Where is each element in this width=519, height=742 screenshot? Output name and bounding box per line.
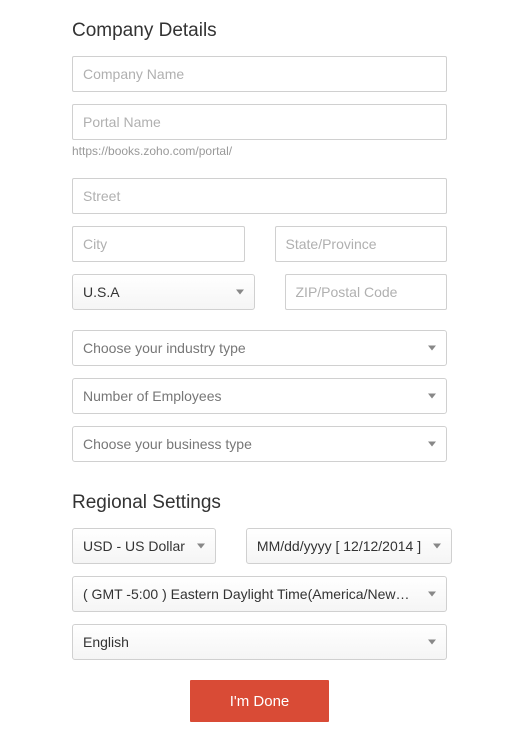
- country-select-value: U.S.A: [83, 284, 224, 300]
- business-type-select-placeholder: Choose your business type: [83, 436, 416, 452]
- portal-url-helper: https://books.zoho.com/portal/: [72, 144, 447, 158]
- industry-select[interactable]: Choose your industry type: [72, 330, 447, 366]
- currency-select[interactable]: USD - US Dollar: [72, 528, 216, 564]
- company-details-heading: Company Details: [72, 20, 447, 42]
- portal-name-input[interactable]: [72, 104, 447, 140]
- currency-select-value: USD - US Dollar: [83, 538, 185, 554]
- zip-input[interactable]: [285, 274, 448, 310]
- industry-select-placeholder: Choose your industry type: [83, 340, 416, 356]
- chevron-down-icon: [428, 592, 436, 597]
- date-format-select-value: MM/dd/yyyy [ 12/12/2014 ]: [257, 538, 421, 554]
- language-select[interactable]: English: [72, 624, 447, 660]
- employees-select[interactable]: Number of Employees: [72, 378, 447, 414]
- state-input[interactable]: [275, 226, 448, 262]
- employees-select-placeholder: Number of Employees: [83, 388, 416, 404]
- chevron-down-icon: [197, 544, 205, 549]
- chevron-down-icon: [428, 640, 436, 645]
- done-button[interactable]: I'm Done: [190, 680, 330, 722]
- language-select-value: English: [83, 634, 416, 650]
- date-format-select[interactable]: MM/dd/yyyy [ 12/12/2014 ]: [246, 528, 452, 564]
- chevron-down-icon: [428, 346, 436, 351]
- company-name-input[interactable]: [72, 56, 447, 92]
- chevron-down-icon: [428, 394, 436, 399]
- regional-settings-heading: Regional Settings: [72, 492, 447, 514]
- business-type-select[interactable]: Choose your business type: [72, 426, 447, 462]
- chevron-down-icon: [428, 442, 436, 447]
- timezone-select[interactable]: ( GMT -5:00 ) Eastern Daylight Time(Amer…: [72, 576, 447, 612]
- city-input[interactable]: [72, 226, 245, 262]
- timezone-select-value: ( GMT -5:00 ) Eastern Daylight Time(Amer…: [83, 586, 416, 602]
- street-input[interactable]: [72, 178, 447, 214]
- chevron-down-icon: [236, 290, 244, 295]
- chevron-down-icon: [433, 544, 441, 549]
- country-select[interactable]: U.S.A: [72, 274, 255, 310]
